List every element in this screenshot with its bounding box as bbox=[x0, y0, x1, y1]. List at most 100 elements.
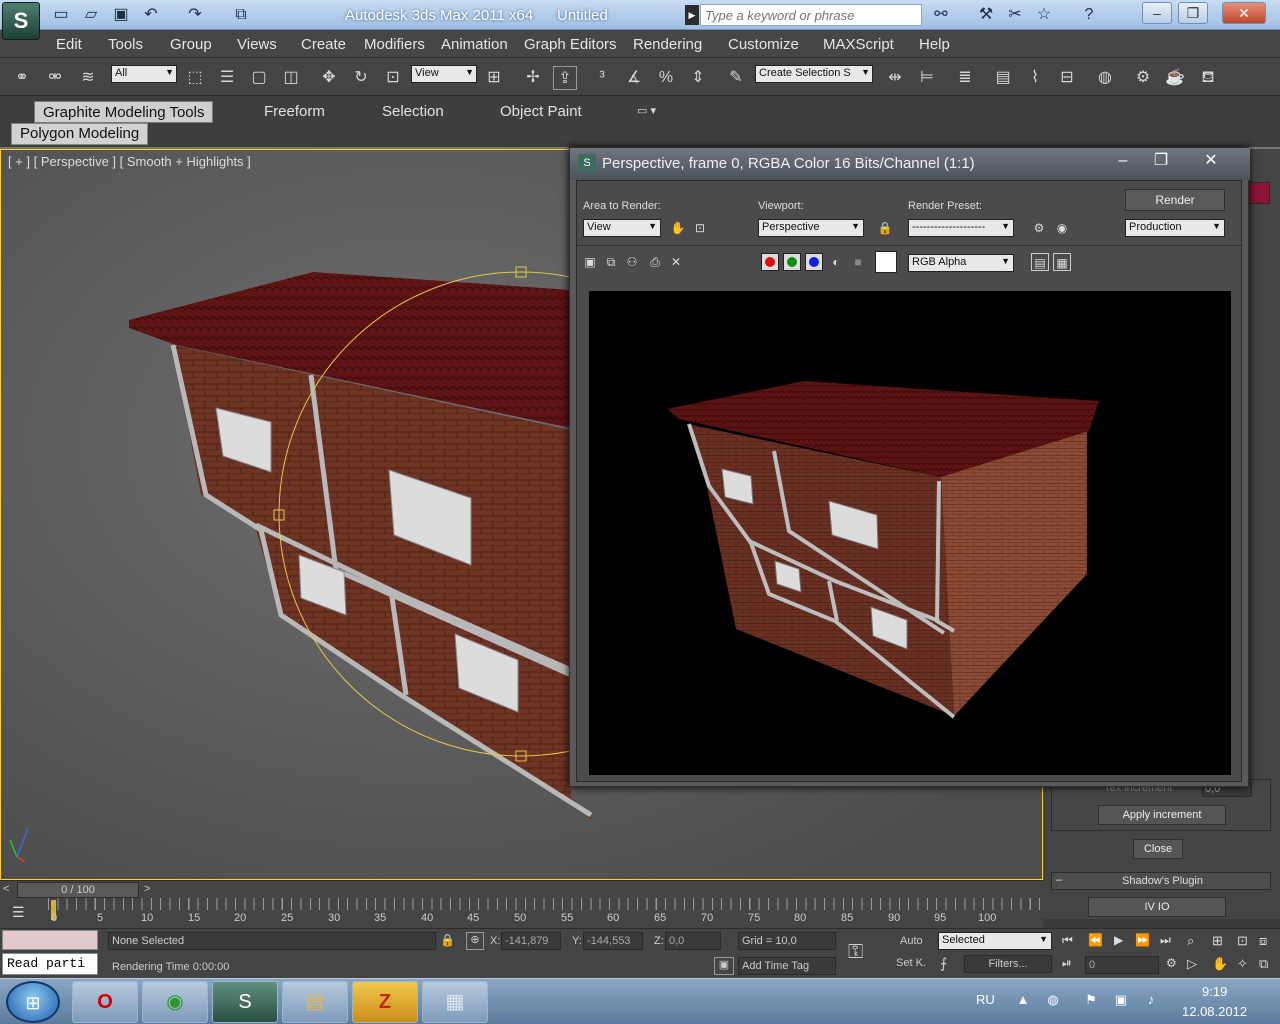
apply-increment-button[interactable]: Apply increment bbox=[1098, 805, 1226, 825]
zoom-all-icon[interactable]: ⊞ bbox=[1212, 933, 1223, 949]
render-setup-small-icon[interactable]: ⚙ bbox=[1030, 219, 1048, 237]
link-icon[interactable]: ⚭ bbox=[10, 66, 34, 90]
pan-view-icon[interactable]: ✋ bbox=[1212, 956, 1228, 972]
graphite-toggle-icon[interactable]: ▤ bbox=[991, 66, 1015, 90]
zbrush-taskbar-icon[interactable]: Z bbox=[352, 981, 418, 1023]
orbit-icon[interactable]: ✧ bbox=[1237, 956, 1248, 972]
display-channel-select[interactable]: RGB Alpha ▼ bbox=[908, 254, 1014, 272]
render-window-titlebar[interactable]: S Perspective, frame 0, RGBA Color 16 Bi… bbox=[570, 148, 1250, 180]
color-swatch[interactable] bbox=[875, 251, 897, 273]
next-frame-icon[interactable]: ⏩ bbox=[1135, 933, 1150, 947]
toggle-ui-overlay-icon[interactable]: ▤ bbox=[1031, 253, 1049, 271]
add-time-tag-field[interactable]: Add Time Tag bbox=[738, 957, 836, 975]
select-by-name-icon[interactable]: ☰ bbox=[215, 66, 239, 90]
zoom-icon[interactable]: ⌕ bbox=[1187, 933, 1194, 949]
field-of-view-icon[interactable]: ▷ bbox=[1187, 956, 1197, 972]
curve-editor-icon[interactable]: ⌇ bbox=[1023, 66, 1047, 90]
time-slider-thumb[interactable]: 0 / 100 bbox=[17, 882, 139, 898]
action-center-flag-icon[interactable]: ⚑ bbox=[1082, 992, 1100, 1010]
rotate-icon[interactable]: ↻ bbox=[349, 66, 373, 90]
angle-snap-icon[interactable]: ∡ bbox=[622, 66, 646, 90]
x-coordinate-field[interactable]: -141,879 bbox=[501, 932, 561, 950]
spinner-snap-icon[interactable]: ⇕ bbox=[686, 66, 710, 90]
auto-key-button[interactable]: Auto bbox=[900, 935, 923, 947]
environment-effects-icon[interactable]: ◉ bbox=[1053, 219, 1071, 237]
wrench-icon[interactable]: ⚒ bbox=[975, 5, 997, 25]
undo-icon[interactable]: ↶ bbox=[140, 5, 162, 25]
key-filters-button[interactable]: Filters... bbox=[964, 955, 1052, 973]
clear-icon[interactable]: ✕ bbox=[667, 253, 685, 271]
menu-maxscript[interactable]: MAXScript bbox=[823, 36, 894, 53]
menu-create[interactable]: Create bbox=[301, 36, 346, 53]
chrome-taskbar-icon[interactable]: ◉ bbox=[142, 981, 208, 1023]
go-to-end-icon[interactable]: ⏭ bbox=[1160, 933, 1171, 948]
mirror-icon[interactable]: ⇹ bbox=[883, 66, 907, 90]
keyboard-language[interactable]: RU bbox=[976, 992, 995, 1007]
menu-graph-editors[interactable]: Graph Editors bbox=[524, 36, 617, 53]
communication-icon[interactable]: ✂ bbox=[1004, 5, 1026, 25]
menu-tools[interactable]: Tools bbox=[108, 36, 143, 53]
search-toggle-icon[interactable]: ▶ bbox=[685, 5, 699, 25]
project-folder-icon[interactable]: ⧉ bbox=[230, 5, 252, 25]
key-mode-icon[interactable]: ⏯ bbox=[1062, 956, 1072, 971]
named-selection-select[interactable]: Create Selection S ▼ bbox=[755, 65, 873, 83]
ribbon-options-icon[interactable]: ▭ ▾ bbox=[637, 104, 656, 117]
menu-views[interactable]: Views bbox=[237, 36, 277, 53]
polygon-modeling-panel[interactable]: Polygon Modeling bbox=[11, 123, 149, 145]
rollout-collapse-icon[interactable]: – bbox=[1056, 874, 1062, 886]
zoom-extents-icon[interactable]: ⊡ bbox=[1237, 933, 1248, 949]
clock-date[interactable]: 12.08.2012 bbox=[1182, 1004, 1247, 1019]
previous-frame-icon[interactable]: ⏪ bbox=[1088, 933, 1103, 947]
window-crossing-icon[interactable]: ◫ bbox=[279, 66, 303, 90]
key-filter-select[interactable]: Selected ▼ bbox=[938, 932, 1052, 950]
tab-object-paint[interactable]: Object Paint bbox=[492, 101, 590, 123]
copy-image-icon[interactable]: ⧉ bbox=[602, 253, 620, 271]
material-editor-icon[interactable]: ◍ bbox=[1093, 66, 1117, 90]
explorer-taskbar-icon[interactable]: ▤ bbox=[282, 981, 348, 1023]
area-to-render-select[interactable]: View ▼ bbox=[583, 219, 661, 237]
select-object-icon[interactable]: ⬚ bbox=[183, 66, 207, 90]
print-icon[interactable]: ⎙ bbox=[646, 253, 664, 271]
binoculars-icon[interactable]: ⚯ bbox=[930, 5, 952, 25]
3dsmax-taskbar-icon[interactable]: S bbox=[212, 981, 278, 1023]
monochrome-icon[interactable]: ■ bbox=[849, 253, 867, 271]
menu-customize[interactable]: Customize bbox=[728, 36, 799, 53]
save-image-icon[interactable]: ▣ bbox=[581, 253, 599, 271]
render-window-close-button[interactable]: ✕ bbox=[1190, 151, 1232, 173]
edit-named-selection-icon[interactable]: ✎ bbox=[724, 66, 748, 90]
object-color-swatch[interactable] bbox=[1248, 182, 1270, 204]
menu-help[interactable]: Help bbox=[919, 36, 950, 53]
alpha-channel-icon[interactable]: ◐ bbox=[827, 253, 845, 271]
maximize-button[interactable]: ❐ bbox=[1178, 2, 1208, 24]
select-manipulate-icon[interactable]: ✢ bbox=[521, 66, 545, 90]
current-frame-field[interactable]: 0 bbox=[1085, 956, 1159, 974]
close-utility-button[interactable]: Close bbox=[1133, 839, 1183, 859]
maxscript-listener-bottom[interactable]: Read parti bbox=[2, 953, 98, 975]
tab-selection[interactable]: Selection bbox=[374, 101, 452, 123]
viewport-label[interactable]: [ + ] [ Perspective ] [ Smooth + Highlig… bbox=[8, 154, 251, 169]
render-preset-select[interactable]: -------------------- ▼ bbox=[908, 219, 1014, 237]
render-setup-icon[interactable]: ⚙ bbox=[1131, 66, 1155, 90]
start-button-icon[interactable]: ⊞ bbox=[6, 981, 60, 1023]
layer-manager-icon[interactable]: ≣ bbox=[953, 66, 977, 90]
set-key-button[interactable]: Set K. bbox=[896, 957, 926, 969]
toggle-ui-icon[interactable]: ▦ bbox=[1053, 253, 1071, 271]
edit-region-icon[interactable]: ✋ bbox=[669, 219, 687, 237]
track-bar[interactable]: ☰ 0 5 10 15 20 25 30 35 40 45 50 55 60 6… bbox=[0, 898, 1043, 928]
rendered-frame-window-icon[interactable]: ☕ bbox=[1163, 66, 1187, 90]
save-icon[interactable]: ▣ bbox=[110, 5, 132, 25]
blue-channel-toggle[interactable] bbox=[805, 253, 823, 271]
red-channel-toggle[interactable] bbox=[761, 253, 779, 271]
go-to-start-icon[interactable]: ⏮ bbox=[1062, 933, 1073, 948]
menu-edit[interactable]: Edit bbox=[56, 36, 82, 53]
snaps-toggle-icon[interactable]: ³ bbox=[590, 66, 614, 90]
menu-rendering[interactable]: Rendering bbox=[633, 36, 702, 53]
auto-region-icon[interactable]: ⊡ bbox=[691, 219, 709, 237]
maximize-viewport-icon[interactable]: ⧉ bbox=[1259, 956, 1268, 972]
z-coordinate-field[interactable]: 0,0 bbox=[665, 932, 721, 950]
selection-filter-select[interactable]: All ▼ bbox=[111, 65, 177, 83]
pivot-center-icon[interactable]: ⊞ bbox=[482, 66, 506, 90]
opera-taskbar-icon[interactable]: O bbox=[72, 981, 138, 1023]
help-icon[interactable]: ? bbox=[1078, 5, 1100, 25]
menu-group[interactable]: Group bbox=[170, 36, 212, 53]
